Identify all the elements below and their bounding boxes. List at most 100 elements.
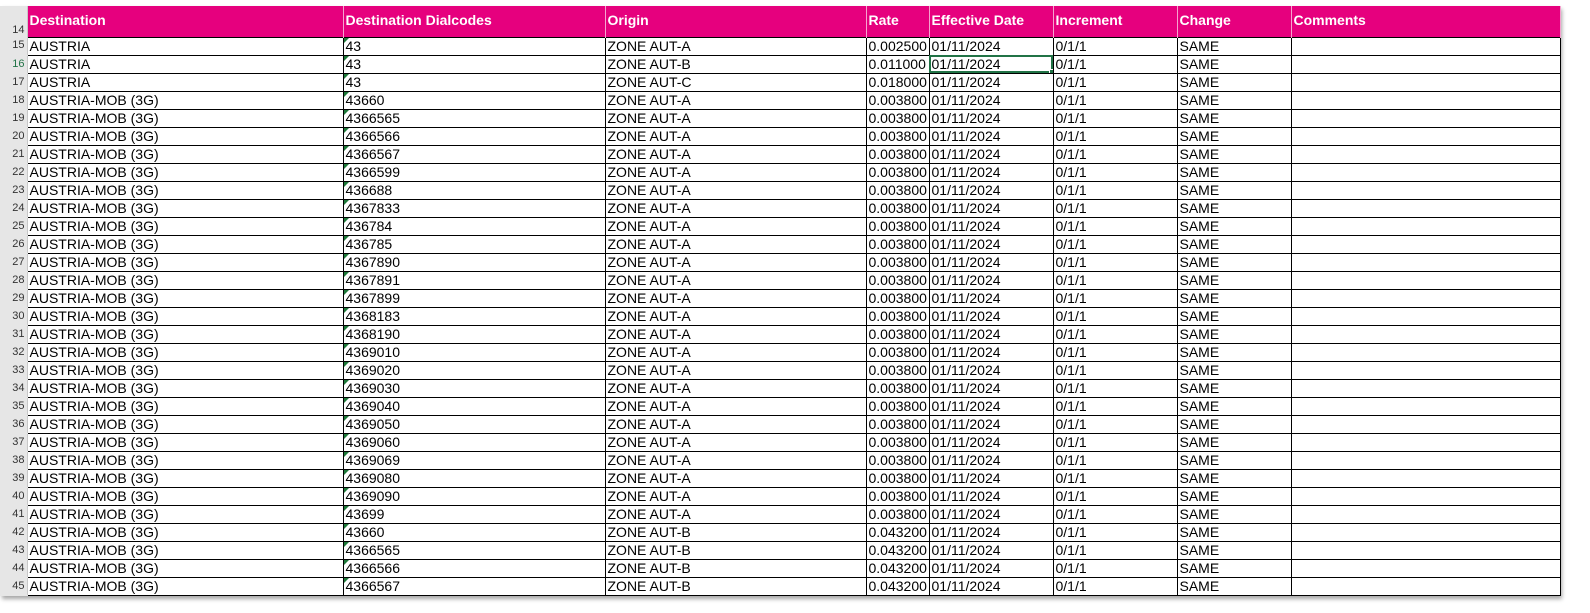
row-number[interactable]: 32 bbox=[0, 343, 28, 362]
rate-cell[interactable]: 0.003800 bbox=[865, 252, 930, 272]
row-number[interactable]: 25 bbox=[0, 217, 28, 236]
row-number[interactable]: 28 bbox=[0, 271, 28, 290]
change-cell[interactable]: SAME bbox=[1176, 450, 1292, 470]
origin-cell[interactable]: ZONE AUT-B bbox=[604, 54, 867, 74]
dialcode-cell[interactable]: 4366566 bbox=[342, 558, 606, 578]
header-effective-date[interactable]: Effective Date bbox=[929, 6, 1054, 37]
change-cell[interactable]: SAME bbox=[1176, 504, 1292, 524]
destination-cell[interactable]: AUSTRIA-MOB (3G) bbox=[26, 576, 344, 596]
change-cell[interactable]: SAME bbox=[1176, 576, 1292, 596]
change-cell[interactable]: SAME bbox=[1176, 252, 1292, 272]
rate-cell[interactable]: 0.003800 bbox=[865, 198, 930, 218]
effective-date-cell[interactable]: 01/11/2024 bbox=[928, 216, 1054, 236]
dialcode-cell[interactable]: 4367890 bbox=[342, 252, 606, 272]
effective-date-cell[interactable]: 01/11/2024 bbox=[928, 360, 1054, 380]
row-number[interactable]: 33 bbox=[0, 361, 28, 380]
rate-cell[interactable]: 0.003800 bbox=[865, 234, 930, 254]
increment-cell[interactable]: 0/1/1 bbox=[1052, 144, 1178, 164]
row-number[interactable]: 29 bbox=[0, 289, 28, 308]
row-number[interactable]: 18 bbox=[0, 91, 28, 110]
comments-cell[interactable] bbox=[1290, 198, 1561, 218]
destination-cell[interactable]: AUSTRIA-MOB (3G) bbox=[26, 198, 344, 218]
destination-cell[interactable]: AUSTRIA-MOB (3G) bbox=[26, 378, 344, 398]
rate-cell[interactable]: 0.003800 bbox=[865, 432, 930, 452]
change-cell[interactable]: SAME bbox=[1176, 414, 1292, 434]
rate-cell[interactable]: 0.003800 bbox=[865, 396, 930, 416]
origin-cell[interactable]: ZONE AUT-A bbox=[604, 198, 867, 218]
destination-cell[interactable]: AUSTRIA-MOB (3G) bbox=[26, 558, 344, 578]
effective-date-cell[interactable]: 01/11/2024 bbox=[928, 126, 1054, 146]
origin-cell[interactable]: ZONE AUT-A bbox=[604, 126, 867, 146]
origin-cell[interactable]: ZONE AUT-B bbox=[604, 558, 867, 578]
origin-cell[interactable]: ZONE AUT-A bbox=[604, 36, 867, 56]
comments-cell[interactable] bbox=[1290, 108, 1561, 128]
header-change[interactable]: Change bbox=[1177, 6, 1292, 37]
dialcode-cell[interactable]: 43699 bbox=[342, 504, 606, 524]
dialcode-cell[interactable]: 4366567 bbox=[342, 576, 606, 596]
rate-cell[interactable]: 0.003800 bbox=[865, 468, 930, 488]
origin-cell[interactable]: ZONE AUT-A bbox=[604, 252, 867, 272]
effective-date-cell[interactable]: 01/11/2024 bbox=[928, 234, 1054, 254]
row-number[interactable]: 37 bbox=[0, 433, 28, 452]
rate-cell[interactable]: 0.003800 bbox=[865, 162, 930, 182]
dialcode-cell[interactable]: 4369010 bbox=[342, 342, 606, 362]
destination-cell[interactable]: AUSTRIA-MOB (3G) bbox=[26, 540, 344, 560]
effective-date-cell[interactable]: 01/11/2024 bbox=[928, 108, 1054, 128]
row-number[interactable]: 22 bbox=[0, 163, 28, 182]
destination-cell[interactable]: AUSTRIA-MOB (3G) bbox=[26, 450, 344, 470]
destination-cell[interactable]: AUSTRIA-MOB (3G) bbox=[26, 252, 344, 272]
dialcode-cell[interactable]: 436784 bbox=[342, 216, 606, 236]
row-number[interactable]: 26 bbox=[0, 235, 28, 254]
origin-cell[interactable]: ZONE AUT-C bbox=[604, 72, 867, 92]
effective-date-cell[interactable]: 01/11/2024 bbox=[928, 468, 1054, 488]
comments-cell[interactable] bbox=[1290, 72, 1561, 92]
origin-cell[interactable]: ZONE AUT-A bbox=[604, 396, 867, 416]
rate-cell[interactable]: 0.043200 bbox=[865, 540, 930, 560]
dialcode-cell[interactable]: 43 bbox=[342, 72, 606, 92]
destination-cell[interactable]: AUSTRIA-MOB (3G) bbox=[26, 216, 344, 236]
dialcode-cell[interactable]: 4366565 bbox=[342, 108, 606, 128]
increment-cell[interactable]: 0/1/1 bbox=[1052, 432, 1178, 452]
destination-cell[interactable]: AUSTRIA bbox=[26, 72, 344, 92]
change-cell[interactable]: SAME bbox=[1176, 270, 1292, 290]
destination-cell[interactable]: AUSTRIA-MOB (3G) bbox=[26, 234, 344, 254]
comments-cell[interactable] bbox=[1290, 270, 1561, 290]
change-cell[interactable]: SAME bbox=[1176, 198, 1292, 218]
row-number[interactable]: 23 bbox=[0, 181, 28, 200]
destination-cell[interactable]: AUSTRIA-MOB (3G) bbox=[26, 414, 344, 434]
rate-cell[interactable]: 0.003800 bbox=[865, 90, 930, 110]
effective-date-cell[interactable]: 01/11/2024 bbox=[928, 450, 1054, 470]
destination-cell[interactable]: AUSTRIA-MOB (3G) bbox=[26, 306, 344, 326]
effective-date-cell[interactable]: 01/11/2024 bbox=[928, 540, 1054, 560]
change-cell[interactable]: SAME bbox=[1176, 36, 1292, 56]
increment-cell[interactable]: 0/1/1 bbox=[1052, 270, 1178, 290]
origin-cell[interactable]: ZONE AUT-A bbox=[604, 288, 867, 308]
comments-cell[interactable] bbox=[1290, 540, 1561, 560]
header-destination-dialcodes[interactable]: Destination Dialcodes bbox=[343, 6, 606, 37]
row-number[interactable]: 16 bbox=[0, 55, 28, 74]
dialcode-cell[interactable]: 4366599 bbox=[342, 162, 606, 182]
destination-cell[interactable]: AUSTRIA-MOB (3G) bbox=[26, 162, 344, 182]
increment-cell[interactable]: 0/1/1 bbox=[1052, 396, 1178, 416]
rate-cell[interactable]: 0.003800 bbox=[865, 270, 930, 290]
row-number[interactable]: 45 bbox=[0, 577, 28, 596]
origin-cell[interactable]: ZONE AUT-A bbox=[604, 180, 867, 200]
increment-cell[interactable]: 0/1/1 bbox=[1052, 234, 1178, 254]
rate-cell[interactable]: 0.043200 bbox=[865, 522, 930, 542]
comments-cell[interactable] bbox=[1290, 450, 1561, 470]
increment-cell[interactable]: 0/1/1 bbox=[1052, 576, 1178, 596]
increment-cell[interactable]: 0/1/1 bbox=[1052, 378, 1178, 398]
increment-cell[interactable]: 0/1/1 bbox=[1052, 72, 1178, 92]
increment-cell[interactable]: 0/1/1 bbox=[1052, 306, 1178, 326]
effective-date-cell[interactable]: 01/11/2024 bbox=[928, 378, 1054, 398]
destination-cell[interactable]: AUSTRIA-MOB (3G) bbox=[26, 144, 344, 164]
rate-cell[interactable]: 0.003800 bbox=[865, 378, 930, 398]
origin-cell[interactable]: ZONE AUT-A bbox=[604, 504, 867, 524]
dialcode-cell[interactable]: 4368183 bbox=[342, 306, 606, 326]
increment-cell[interactable]: 0/1/1 bbox=[1052, 162, 1178, 182]
comments-cell[interactable] bbox=[1290, 432, 1561, 452]
effective-date-cell[interactable]: 01/11/2024 bbox=[928, 90, 1054, 110]
row-number[interactable]: 35 bbox=[0, 397, 28, 416]
increment-cell[interactable]: 0/1/1 bbox=[1052, 342, 1178, 362]
increment-cell[interactable]: 0/1/1 bbox=[1052, 540, 1178, 560]
